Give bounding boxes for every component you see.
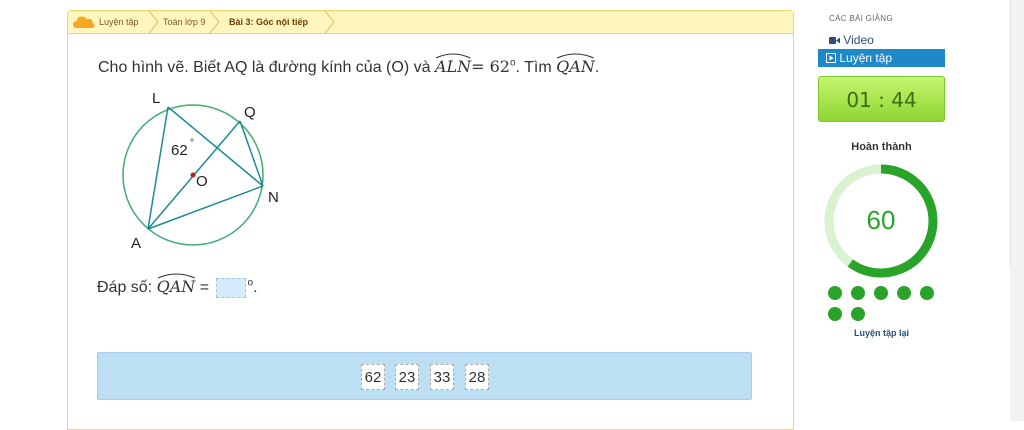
- progress-value: 60: [867, 205, 896, 235]
- arc-symbol-icon: [435, 53, 471, 59]
- geometry-figure: L Q N A O 62 °: [122, 90, 279, 252]
- progress-label: Hoàn thành: [851, 141, 912, 153]
- question-text: Cho hình vẽ. Biết AQ là đường kính của (…: [98, 53, 748, 77]
- label-l: L: [152, 90, 160, 107]
- scrollbar-gutter: [1010, 0, 1024, 421]
- segment-al: [147, 106, 169, 230]
- answer-equals: =: [195, 279, 214, 296]
- breadcrumb-item-lesson: Bài 3: Góc nội tiếp: [229, 17, 309, 27]
- question-prefix: Cho hình vẽ. Biết AQ là đường kính của (…: [98, 59, 435, 76]
- question-dot[interactable]: [897, 286, 911, 300]
- choice-chip[interactable]: 28: [465, 364, 489, 390]
- answer-angle: QAN: [157, 273, 195, 296]
- breadcrumb-item-practice[interactable]: Luyện tập: [99, 11, 139, 33]
- question-dot[interactable]: [851, 307, 865, 321]
- center-point: [190, 172, 196, 178]
- given-angle: ALN: [435, 53, 471, 76]
- question-dot[interactable]: [828, 307, 842, 321]
- breadcrumb-separator-icon: [148, 11, 159, 33]
- cloud-icon: [73, 16, 95, 28]
- label-a: A: [131, 235, 141, 252]
- arc-symbol-icon: [157, 273, 195, 279]
- question-dot[interactable]: [828, 286, 842, 300]
- label-n: N: [268, 189, 279, 206]
- sidebar-heading: CÁC BÀI GIẢNG: [829, 14, 893, 23]
- choices-tray: 62 23 33 28: [97, 352, 752, 400]
- breadcrumb-separator-icon: [209, 11, 220, 33]
- question-dot[interactable]: [851, 286, 865, 300]
- video-camera-icon: [829, 37, 840, 44]
- label-o: O: [196, 173, 208, 190]
- breadcrumb-item-grade[interactable]: Toán lớp 9: [163, 11, 205, 33]
- answer-suffix: .: [253, 279, 258, 296]
- countdown-timer: 01 : 44: [818, 76, 945, 122]
- sidebar-item-label: Luyện tập: [839, 51, 893, 65]
- find-angle: QAN: [556, 53, 595, 76]
- progress-ring: 60: [824, 164, 938, 278]
- scrollbar-edge: [1010, 0, 1011, 268]
- arc-symbol-icon: [556, 53, 595, 59]
- choice-chip[interactable]: 33: [430, 364, 454, 390]
- sidebar-item-video[interactable]: Video: [829, 32, 874, 48]
- question-dot[interactable]: [874, 286, 888, 300]
- angle-degree: °: [190, 138, 194, 149]
- play-square-icon: [826, 53, 836, 63]
- breadcrumb: Luyện tập Toán lớp 9 Bài 3: Góc nội tiếp: [68, 11, 793, 34]
- given-angle-value: = 62: [471, 57, 510, 76]
- question-dots: [826, 286, 946, 326]
- breadcrumb-separator-icon: [324, 11, 335, 33]
- sidebar-item-label: Video: [843, 33, 874, 47]
- sidebar-item-practice[interactable]: Luyện tập: [818, 49, 945, 67]
- segment-an: [147, 185, 264, 230]
- label-q: Q: [244, 104, 256, 121]
- angle-label: 62: [171, 142, 188, 159]
- choice-chip[interactable]: 62: [361, 364, 385, 390]
- answer-drop-box[interactable]: [215, 277, 246, 298]
- question-suffix: .: [594, 59, 600, 76]
- question-dot[interactable]: [920, 286, 934, 300]
- choice-chip[interactable]: 23: [395, 364, 419, 390]
- answer-prefix: Đáp số:: [97, 279, 157, 296]
- retry-link[interactable]: Luyện tập lại: [818, 328, 945, 338]
- question-middle: . Tìm: [515, 59, 557, 76]
- answer-line: Đáp số: QAN = o.: [97, 273, 258, 298]
